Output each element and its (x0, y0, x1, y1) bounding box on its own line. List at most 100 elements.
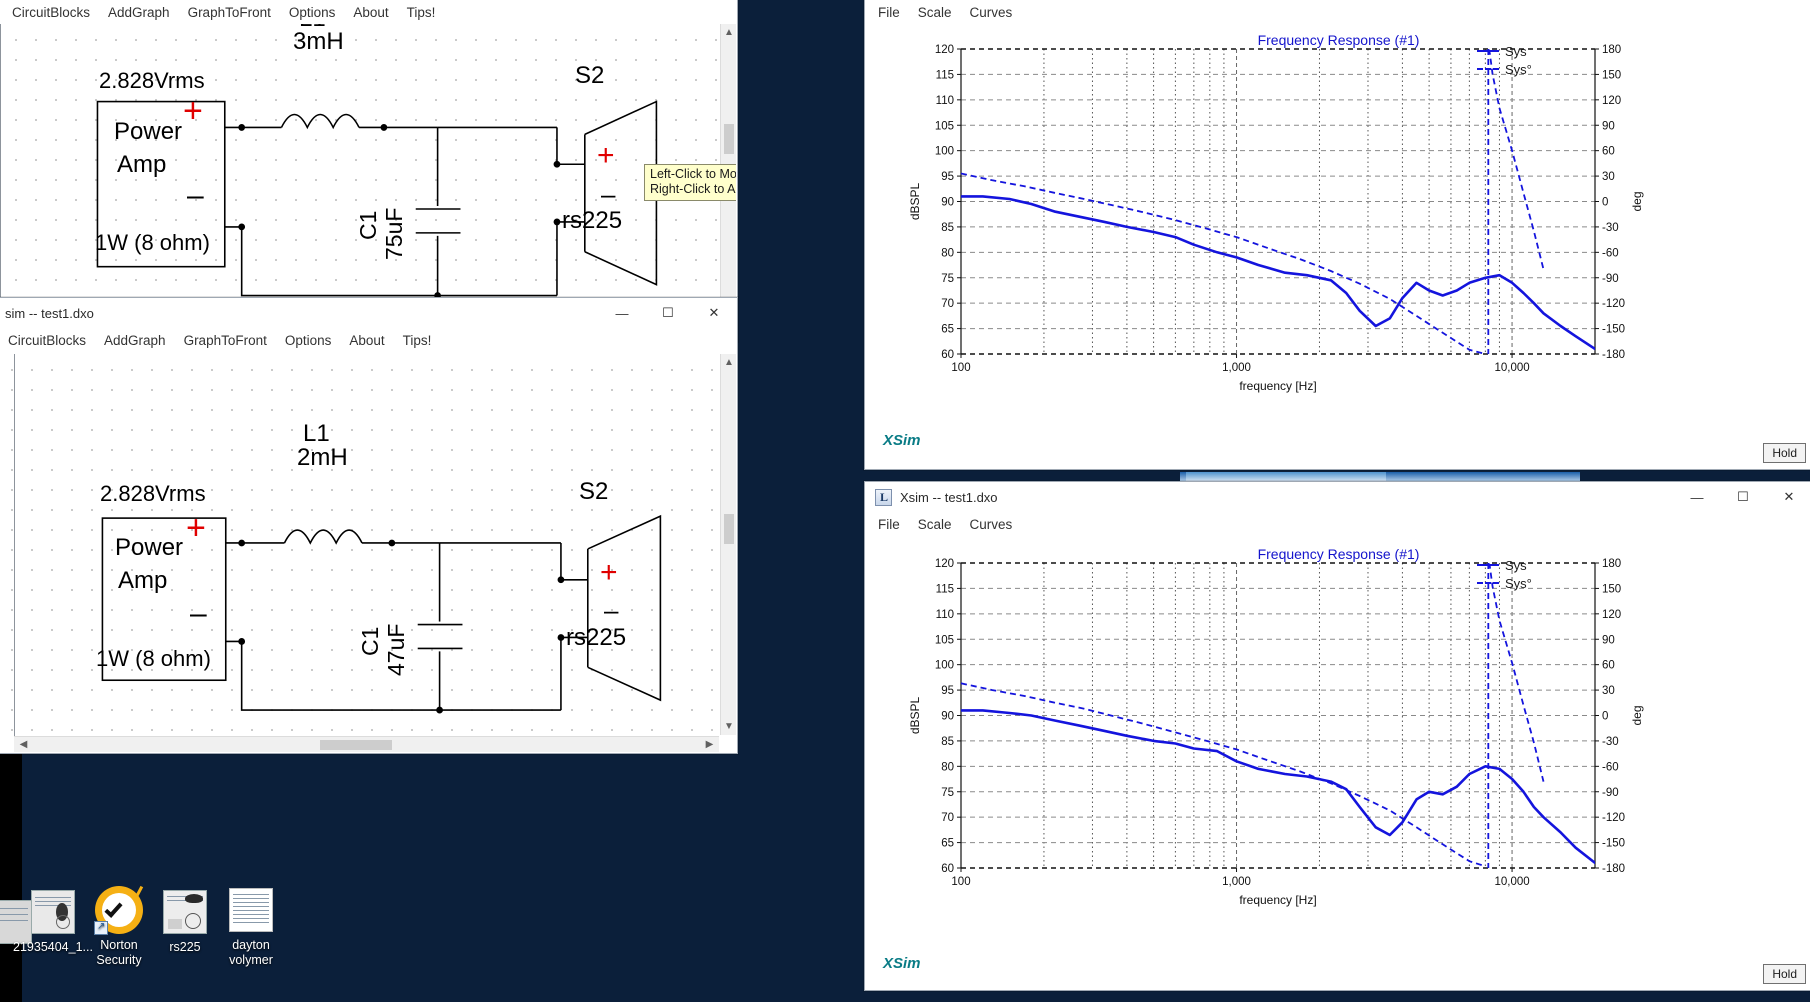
tooltip-line-2: Right-Click to Adjust (650, 182, 736, 196)
legend-label-sys: Sys (1505, 557, 1527, 573)
desktop-icon-label-2: i... (0, 965, 20, 980)
titlebar-graph-bottom[interactable]: Xsim -- test1.dxo — ☐ ✕ (865, 482, 1810, 512)
menu-file[interactable]: File (869, 3, 909, 22)
svg-text:115: 115 (936, 583, 954, 595)
close-button[interactable]: ✕ (1766, 482, 1810, 512)
amp-minus-terminal-icon: – (187, 179, 204, 212)
menu-curves[interactable]: Curves (961, 515, 1022, 534)
svg-text:90: 90 (941, 197, 954, 209)
menu-scale[interactable]: Scale (909, 3, 961, 22)
menu-about[interactable]: About (340, 331, 393, 350)
document-thumbnail-icon (31, 890, 75, 934)
schematic-canvas-top[interactable]: 2.828Vrms Power Amp + – 1W (8 ohm) L1 3m… (0, 24, 736, 340)
legend-label-sys-deg: Sys° (1505, 575, 1532, 591)
legend-row-sys[interactable]: Sys (1477, 556, 1532, 574)
scroll-right-icon[interactable]: ▶ (703, 738, 716, 752)
menu-options[interactable]: Options (280, 3, 345, 22)
window-title-schematic: sim -- test1.dxo (5, 305, 94, 321)
svg-text:90: 90 (1602, 120, 1615, 132)
menubar-schematic-bottom: CircuitBlocks AddGraph GraphToFront Opti… (0, 328, 737, 352)
hold-button-top[interactable]: Hold (1763, 443, 1806, 463)
menu-addgraph[interactable]: AddGraph (99, 3, 179, 22)
graph-plot-area-bottom[interactable]: Frequency Response (#1) 60 65 70 75 80 85 90 95… (865, 538, 1810, 990)
titlebar-schematic-bottom[interactable]: sim -- test1.dxo — ☐ ✕ (0, 298, 737, 328)
amp-plus-terminal-icon: + (186, 509, 206, 547)
label-speaker-name: S2 (579, 478, 609, 505)
graph-plot-area-top[interactable]: Frequency Response (#1) 60 65 70 75 80 85 90 95… (865, 24, 1810, 469)
svg-text:95: 95 (941, 685, 954, 697)
maximize-button[interactable]: ☐ (1720, 482, 1766, 512)
legend-line-dashed-icon (1477, 582, 1499, 584)
desktop-icon-dayton-volymer[interactable]: dayton volymer (208, 888, 294, 968)
desktop-icon-label-2: volymer (229, 953, 273, 967)
amp-minus-terminal-icon: – (190, 597, 207, 630)
scroll-down-icon[interactable]: ▼ (722, 720, 736, 733)
menu-tips[interactable]: Tips! (394, 331, 441, 350)
svg-text:100: 100 (951, 362, 970, 374)
svg-text:120: 120 (1602, 95, 1621, 107)
label-cap-value: 47uF (383, 623, 409, 676)
svg-text:95: 95 (941, 171, 954, 183)
menu-graphtofront[interactable]: GraphToFront (175, 331, 276, 350)
scroll-up-icon[interactable]: ▲ (722, 26, 736, 39)
legend-line-solid-icon (1477, 564, 1499, 566)
tooltip-component-hint: Left-Click to Move Right-Click to Adjust (644, 164, 736, 201)
menu-curves[interactable]: Curves (961, 3, 1022, 22)
label-amp-line2: Amp (118, 567, 168, 594)
menu-about[interactable]: About (344, 3, 397, 22)
norton-security-icon: ↗ (94, 885, 144, 935)
schematic-window-top: CircuitBlocks AddGraph GraphToFront Opti… (0, 0, 738, 342)
schematic-window-bottom: sim -- test1.dxo — ☐ ✕ CircuitBlocks Add… (0, 297, 738, 754)
svg-text:-180: -180 (1602, 863, 1625, 875)
legend-row-sys-deg[interactable]: Sys° (1477, 60, 1532, 78)
svg-text:180: 180 (1602, 558, 1621, 570)
svg-text:105: 105 (935, 634, 954, 646)
menu-graphtofront[interactable]: GraphToFront (179, 3, 280, 22)
svg-text:1,000: 1,000 (1222, 876, 1251, 888)
horizontal-scroll-thumb[interactable] (320, 740, 392, 750)
vertical-scroll-thumb[interactable] (724, 514, 734, 544)
scroll-up-icon[interactable]: ▲ (722, 356, 736, 369)
legend-row-sys[interactable]: Sys (1477, 42, 1532, 60)
menu-circuitblocks[interactable]: CircuitBlocks (3, 3, 99, 22)
menu-scale[interactable]: Scale (909, 515, 961, 534)
label-amp-power: 1W (8 ohm) (96, 646, 211, 671)
hold-button-bottom[interactable]: Hold (1763, 964, 1806, 984)
menu-file[interactable]: File (869, 515, 909, 534)
svg-text:deg: deg (1630, 191, 1644, 211)
menu-addgraph[interactable]: AddGraph (95, 331, 175, 350)
svg-text:10,000: 10,000 (1494, 362, 1529, 374)
menu-circuitblocks[interactable]: CircuitBlocks (0, 331, 95, 350)
legend-line-dashed-icon (1477, 68, 1499, 70)
vertical-scroll-thumb[interactable] (724, 124, 734, 154)
menubar-graph-bottom: File Scale Curves (865, 512, 1810, 536)
menu-options[interactable]: Options (276, 331, 341, 350)
svg-text:-120: -120 (1602, 298, 1625, 310)
xsim-logo-top: XSim (883, 432, 921, 449)
svg-text:120: 120 (935, 44, 954, 56)
svg-text:90: 90 (941, 711, 954, 723)
svg-text:90: 90 (1602, 634, 1615, 646)
vertical-scrollbar-bottom[interactable]: ▲ ▼ (720, 354, 736, 735)
label-inductor-value: 2mH (297, 444, 348, 471)
minimize-button[interactable]: — (1674, 482, 1720, 512)
schematic-canvas-bottom[interactable]: 2.828Vrms Power Amp + – 1W (8 ohm) L1 2m… (0, 354, 736, 752)
graph-window-bottom: Xsim -- test1.dxo — ☐ ✕ File Scale Curve… (864, 481, 1810, 991)
label-cap-name: C1 (357, 626, 383, 656)
minimize-button[interactable]: — (599, 298, 645, 328)
menu-tips[interactable]: Tips! (398, 3, 445, 22)
horizontal-scrollbar-bottom[interactable]: ◀ ▶ (14, 736, 719, 752)
maximize-button[interactable]: ☐ (645, 298, 691, 328)
svg-text:0: 0 (1602, 197, 1608, 209)
legend-row-sys-deg[interactable]: Sys° (1477, 574, 1532, 592)
close-button[interactable]: ✕ (691, 298, 737, 328)
circuit-svg-bottom (101, 514, 662, 714)
scroll-left-icon[interactable]: ◀ (17, 738, 30, 752)
menubar-graph-top: File Scale Curves (865, 0, 1810, 24)
svg-text:115: 115 (936, 69, 954, 81)
svg-text:70: 70 (941, 298, 954, 310)
label-source-voltage: 2.828Vrms (99, 68, 205, 93)
svg-text:10,000: 10,000 (1494, 876, 1529, 888)
label-speaker-model: rs225 (566, 624, 627, 651)
svg-text:-30: -30 (1602, 736, 1619, 748)
